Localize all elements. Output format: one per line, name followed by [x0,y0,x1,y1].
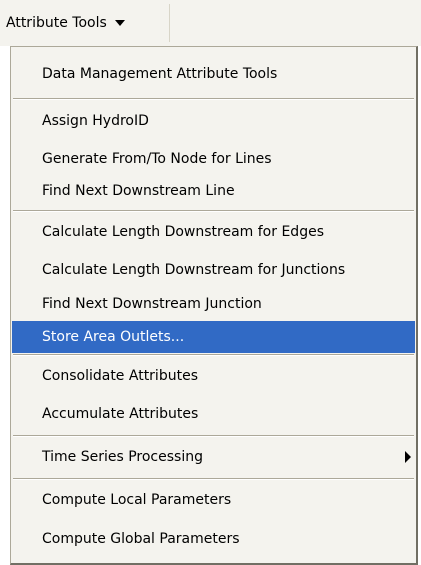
menu-item-label: Assign HydroID [42,113,149,129]
menu-item-label: Find Next Downstream Line [42,183,235,199]
menu-separator [13,210,414,212]
menu-item-compute-global-parameters[interactable]: Compute Global Parameters [12,519,415,559]
menu-item-calculate-length-downstream-edges[interactable]: Calculate Length Downstream for Edges [12,213,415,251]
menu-item-label: Store Area Outlets... [42,329,185,345]
menu-item-label: Generate From/To Node for Lines [42,151,272,167]
menu-item-calculate-length-downstream-junctions[interactable]: Calculate Length Downstream for Junction… [12,251,415,289]
attribute-tools-menu-button[interactable]: Attribute Tools [0,4,170,42]
menu-item-find-next-downstream-junction[interactable]: Find Next Downstream Junction [12,287,415,321]
dropdown-arrow-icon [114,20,125,26]
menu-bar: Attribute Tools [0,0,421,46]
menu-item-generate-from-to-node[interactable]: Generate From/To Node for Lines [12,140,415,178]
menu-item-label: Data Management Attribute Tools [42,66,278,82]
menu-separator [13,478,414,480]
menu-separator [13,98,414,100]
menu-item-find-next-downstream-line[interactable]: Find Next Downstream Line [12,174,415,208]
menu-item-accumulate-attributes[interactable]: Accumulate Attributes [12,395,415,433]
menu-item-label: Compute Local Parameters [42,492,232,508]
menu-title-label: Attribute Tools [6,15,107,31]
menu-item-label: Consolidate Attributes [42,368,198,384]
attribute-tools-dropdown: Data Management Attribute Tools Assign H… [10,46,418,565]
menu-separator [13,435,414,437]
menu-item-time-series-processing[interactable]: Time Series Processing [12,438,415,476]
menu-item-label: Compute Global Parameters [42,531,240,547]
menu-item-data-management-attribute-tools[interactable]: Data Management Attribute Tools [12,53,415,95]
menu-item-store-area-outlets[interactable]: Store Area Outlets... [12,321,415,353]
menu-item-compute-local-parameters[interactable]: Compute Local Parameters [12,481,415,519]
menu-item-label: Accumulate Attributes [42,406,199,422]
menu-item-label: Calculate Length Downstream for Edges [42,224,324,240]
submenu-arrow-icon [405,451,411,463]
menu-item-label: Calculate Length Downstream for Junction… [42,262,346,278]
menu-item-consolidate-attributes[interactable]: Consolidate Attributes [12,357,415,395]
menu-item-assign-hydroid[interactable]: Assign HydroID [12,102,415,140]
menu-item-label: Find Next Downstream Junction [42,296,262,312]
menu-separator [13,354,414,356]
menu-item-label: Time Series Processing [42,449,203,465]
